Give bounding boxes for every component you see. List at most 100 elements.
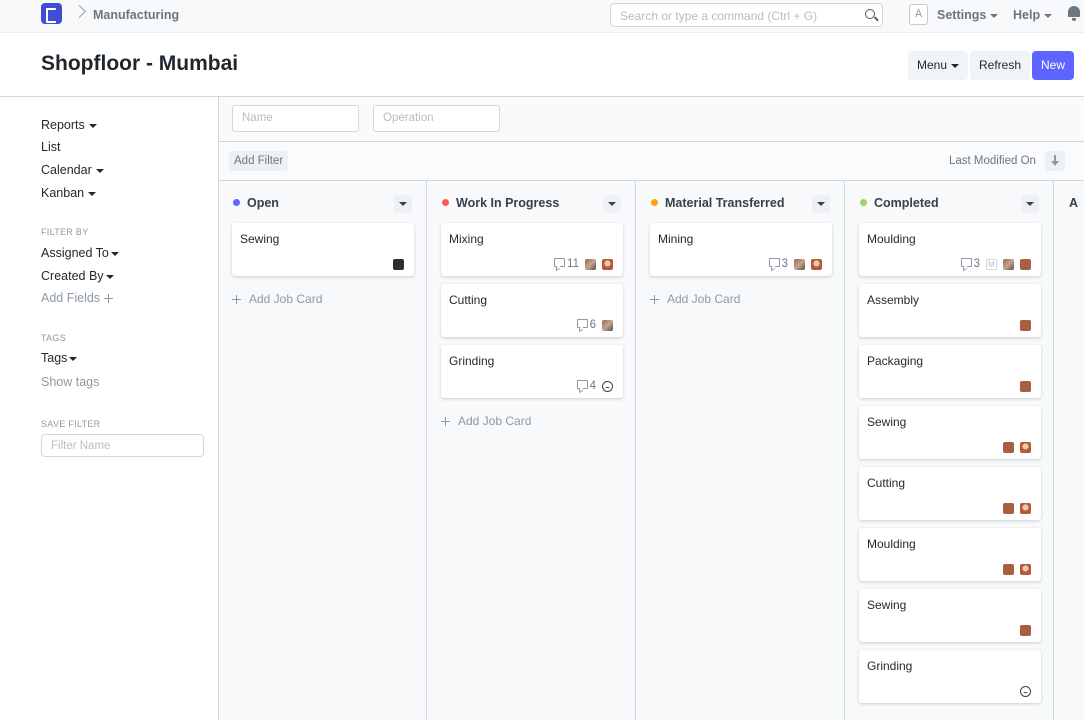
job-card[interactable]: Mixing 11 [441, 223, 623, 276]
job-card-meta: 4 [576, 380, 613, 392]
comment-count[interactable]: 4 [576, 380, 596, 392]
job-card[interactable]: Moulding [859, 528, 1041, 581]
column-title-label: Open [247, 196, 279, 210]
comment-count-value: 3 [781, 258, 788, 270]
assignee-avatar[interactable] [1020, 685, 1031, 697]
assignee-avatar[interactable] [1003, 563, 1014, 575]
column-title-label: A [1069, 196, 1079, 210]
column-menu-caret-icon[interactable] [1021, 195, 1039, 213]
job-card-title: Cutting [867, 476, 906, 490]
settings-dropdown[interactable]: Settings [937, 8, 999, 22]
job-card[interactable]: Sewing [859, 406, 1041, 459]
job-card-title: Grinding [867, 659, 913, 673]
job-card-meta [1003, 563, 1031, 575]
sidebar-tags[interactable]: Tags [41, 351, 78, 365]
sidebar-created-by[interactable]: Created By [41, 269, 114, 283]
assignee-avatar[interactable] [1020, 441, 1031, 453]
sidebar-list[interactable]: List [41, 140, 60, 154]
sort-by-dropdown[interactable]: Last Modified On [949, 155, 1036, 167]
assignee-avatar[interactable] [1020, 319, 1031, 331]
job-card[interactable]: Grinding [859, 650, 1041, 703]
column-menu-caret-icon[interactable] [812, 195, 830, 213]
job-card[interactable]: Sewing [859, 589, 1041, 642]
job-card-title: Packaging [867, 354, 924, 368]
chevron-right-icon [73, 5, 86, 18]
assignee-avatar[interactable] [1020, 258, 1031, 270]
column-menu-caret-icon[interactable] [394, 195, 412, 213]
job-card[interactable]: Grinding 4 [441, 345, 623, 398]
assignee-avatar[interactable] [602, 258, 613, 270]
sort-order-arrow-down-icon[interactable] [1045, 151, 1065, 171]
plus-icon [650, 295, 659, 304]
add-job-card-button[interactable]: Add Job Card [650, 292, 740, 306]
job-card[interactable]: Cutting 6 [441, 284, 623, 337]
status-dot-icon [651, 199, 658, 206]
add-filter-button[interactable]: Add Filter [229, 151, 289, 171]
refresh-button[interactable]: Refresh [970, 51, 1031, 80]
menu-button[interactable]: Menu [908, 51, 969, 80]
job-card[interactable]: Cutting [859, 467, 1041, 520]
comment-icon [960, 258, 972, 267]
assignee-avatar[interactable] [585, 258, 596, 270]
assignee-avatar[interactable]: M [986, 258, 997, 270]
filter-by-heading: FILTER BY [41, 227, 89, 237]
column-title: Work In Progress [442, 196, 559, 210]
assignee-avatar[interactable] [393, 258, 404, 270]
filter-name-input[interactable]: Filter Name [41, 434, 204, 457]
assignee-avatar[interactable] [1020, 502, 1031, 514]
user-avatar[interactable]: A [909, 4, 928, 25]
app-logo-icon[interactable] [41, 3, 62, 24]
caret-down-icon [110, 251, 119, 256]
new-button[interactable]: New [1032, 51, 1075, 80]
sidebar-show-tags[interactable]: Show tags [41, 375, 99, 389]
add-job-card-button[interactable]: Add Job Card [441, 414, 531, 428]
caret-down-icon [105, 274, 114, 279]
notification-bell-icon[interactable] [1068, 6, 1080, 21]
sidebar-add-fields[interactable]: Add Fields [41, 291, 114, 305]
breadcrumb-manufacturing[interactable]: Manufacturing [93, 8, 179, 22]
assignee-avatar[interactable] [1003, 441, 1014, 453]
comment-count[interactable]: 6 [576, 319, 596, 331]
sidebar-assigned-to[interactable]: Assigned To [41, 246, 119, 260]
job-card[interactable]: Assembly [859, 284, 1041, 337]
assignee-avatar[interactable] [1020, 563, 1031, 575]
job-card[interactable]: Mining 3 [650, 223, 832, 276]
name-filter-input[interactable]: Name [232, 105, 359, 132]
job-card[interactable]: Packaging [859, 345, 1041, 398]
sidebar-calendar[interactable]: Calendar [41, 163, 104, 177]
assignee-avatar[interactable] [1020, 380, 1031, 392]
assignee-avatar[interactable] [602, 319, 613, 331]
add-job-card-label: Add Job Card [458, 414, 532, 428]
comment-icon [554, 258, 566, 267]
comment-count[interactable]: 3 [960, 258, 980, 270]
kanban-column: Completed Moulding 3 M Assembly Packaging Sewi… [846, 181, 1054, 720]
comment-icon [768, 258, 780, 267]
operation-filter-input[interactable]: Operation [373, 105, 500, 132]
assignee-avatar[interactable] [794, 258, 805, 270]
status-dot-icon [442, 199, 449, 206]
search-input[interactable]: Search or type a command (Ctrl + G) [610, 3, 883, 27]
sidebar-kanban[interactable]: Kanban [41, 186, 97, 200]
job-card-title: Sewing [240, 232, 280, 246]
assignee-avatar[interactable] [1003, 502, 1014, 514]
sidebar-created-by-label: Created By [41, 269, 104, 283]
assignee-avatar[interactable] [1003, 258, 1014, 270]
job-card[interactable]: Moulding 3 M [859, 223, 1041, 276]
column-menu-caret-icon[interactable] [603, 195, 621, 213]
assignee-avatar[interactable] [1020, 624, 1031, 636]
caret-down-icon [951, 63, 960, 68]
add-job-card-button[interactable]: Add Job Card [232, 292, 322, 306]
assignee-avatar[interactable] [602, 380, 613, 392]
job-card[interactable]: Sewing [232, 223, 414, 276]
search-icon[interactable] [865, 9, 875, 19]
help-dropdown[interactable]: Help [1013, 8, 1053, 22]
comment-count[interactable]: 11 [554, 258, 579, 270]
assignee-avatar[interactable] [811, 258, 822, 270]
job-card-meta [1003, 502, 1031, 514]
comment-count[interactable]: 3 [768, 258, 788, 270]
job-card-title: Moulding [867, 232, 916, 246]
sidebar-reports[interactable]: Reports [41, 118, 97, 132]
job-card-title: Cutting [449, 293, 488, 307]
job-card-meta [1003, 441, 1031, 453]
column-title: A [1069, 196, 1078, 210]
